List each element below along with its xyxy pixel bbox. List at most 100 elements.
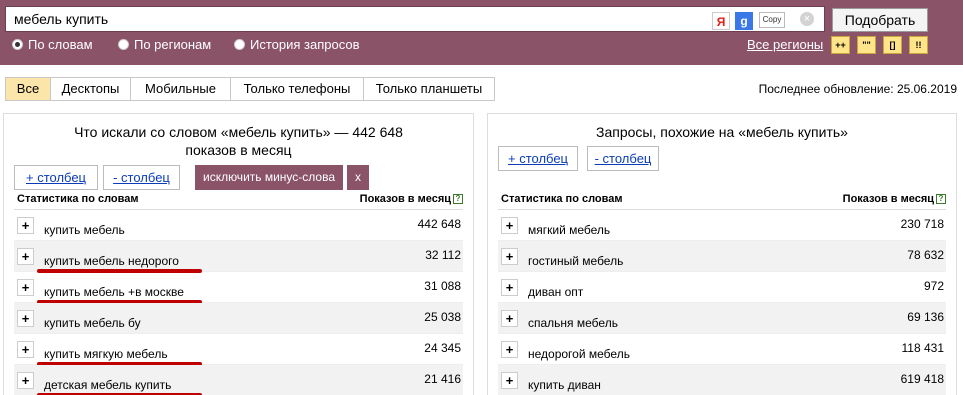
yandex-icon[interactable]: Я [712, 12, 730, 30]
clear-icon[interactable]: × [800, 12, 814, 26]
add-phrase-button[interactable]: + [17, 372, 34, 389]
phrase-link[interactable]: детская мебель купить [44, 378, 171, 392]
remove-column-button[interactable]: - столбец [587, 146, 659, 171]
phrase-link[interactable]: спальня мебель [528, 316, 618, 330]
add-phrase-button[interactable]: + [501, 310, 518, 327]
column-header-count-label: Показов в месяц [842, 193, 934, 205]
remove-column-label: - столбец [594, 151, 652, 166]
table-row: + детская мебель купить 21 416 [14, 365, 463, 395]
impressions-count: 31 088 [424, 279, 461, 293]
impressions-count: 230 718 [900, 217, 944, 231]
impressions-count: 78 632 [907, 248, 944, 262]
impressions-count: 972 [923, 279, 944, 293]
add-phrase-button[interactable]: + [17, 279, 34, 296]
left-table-rows: + купить мебель 442 648 + купить мебель … [14, 209, 463, 395]
tab-mobile[interactable]: Мобильные [131, 78, 231, 100]
add-phrase-button[interactable]: + [17, 341, 34, 358]
table-row: + купить мебель 442 648 [14, 210, 463, 241]
impressions-count: 442 648 [417, 217, 461, 231]
add-phrase-button[interactable]: + [17, 310, 34, 327]
phrase-link[interactable]: купить мягкую мебель [44, 347, 168, 361]
tab-phones-only[interactable]: Только телефоны [231, 78, 364, 100]
add-phrase-button[interactable]: + [501, 217, 518, 234]
phrase-link[interactable]: гостиный мебель [528, 254, 623, 268]
add-column-label: + столбец [507, 151, 569, 166]
right-table-header: Статистика по словам Показов в месяц? [498, 193, 946, 209]
mode-exclamation-button[interactable]: !! [909, 36, 928, 54]
google-icon[interactable]: g [735, 12, 753, 30]
right-panel-title: Запросы, похожие на «мебель купить» [596, 124, 848, 140]
impressions-count: 619 418 [900, 372, 944, 386]
right-panel-similar: Запросы, похожие на «мебель купить» + ст… [487, 113, 957, 395]
table-row: + купить мебель бу 25 038 [14, 303, 463, 334]
left-title-line1: Что искали со словом «мебель купить» — 4… [74, 124, 403, 140]
add-phrase-button[interactable]: + [17, 217, 34, 234]
phrase-link[interactable]: купить диван [528, 378, 601, 392]
tab-all[interactable]: Все [6, 78, 51, 100]
radio-label: По регионам [134, 37, 212, 52]
table-row: + купить мебель +в москве 31 088 [14, 272, 463, 304]
help-icon[interactable]: ? [936, 194, 946, 204]
column-header-words: Статистика по словам [17, 193, 139, 205]
search-header: Я g Copy × Подобрать По словам По регион… [0, 0, 963, 65]
mode-plusplus-button[interactable]: ++ [831, 36, 850, 54]
radio-by-words[interactable]: По словам [12, 37, 93, 52]
table-row: + купить мебель недорого 32 112 [14, 241, 463, 273]
table-row: + мягкий мебель 230 718 [498, 210, 946, 241]
add-phrase-button[interactable]: + [17, 248, 34, 265]
phrase-link[interactable]: купить мебель +в москве [44, 285, 184, 299]
copy-button[interactable]: Copy [759, 12, 785, 28]
add-column-button[interactable]: + столбец [14, 165, 98, 190]
submit-button[interactable]: Подобрать [832, 8, 928, 32]
phrase-link[interactable]: недорогой мебель [528, 347, 630, 361]
impressions-count: 32 112 [425, 248, 461, 262]
all-regions-link[interactable]: Все регионы [747, 37, 823, 52]
phrase-link[interactable]: мягкий мебель [528, 223, 610, 237]
exclude-minus-words-button[interactable]: исключить минус-слова [195, 165, 343, 190]
radio-label: По словам [28, 37, 93, 52]
phrase-link[interactable]: купить мебель бу [44, 316, 141, 330]
right-table-rows: + мягкий мебель 230 718 + гостиный мебел… [498, 209, 946, 395]
impressions-count: 69 136 [907, 310, 944, 324]
remove-column-button[interactable]: - столбец [103, 165, 180, 190]
tab-desktop[interactable]: Десктопы [51, 78, 131, 100]
last-update-text: Последнее обновление: 25.06.2019 [758, 82, 957, 96]
table-row: + купить диван 619 418 [498, 365, 946, 395]
help-icon[interactable]: ? [453, 194, 463, 204]
table-row: + недорогой мебель 118 431 [498, 334, 946, 365]
table-row: + гостиный мебель 78 632 [498, 241, 946, 272]
phrase-link[interactable]: купить мебель [44, 223, 125, 237]
add-phrase-button[interactable]: + [501, 372, 518, 389]
add-column-button[interactable]: + столбец [498, 146, 578, 171]
phrase-link[interactable]: диван опт [528, 285, 583, 299]
radio-by-regions[interactable]: По регионам [118, 37, 211, 52]
impressions-count: 24 345 [424, 341, 461, 355]
column-header-count: Показов в месяц? [843, 193, 946, 205]
impressions-count: 118 431 [901, 341, 945, 355]
exclude-close-button[interactable]: x [347, 165, 369, 190]
mode-brackets-button[interactable]: [] [883, 36, 902, 54]
impressions-count: 21 416 [424, 372, 461, 386]
radio-icon [118, 39, 129, 50]
table-row: + купить мягкую мебель 24 345 [14, 334, 463, 366]
radio-selected-icon [12, 39, 23, 50]
add-phrase-button[interactable]: + [501, 341, 518, 358]
column-header-words: Статистика по словам [501, 193, 623, 205]
remove-column-label: - столбец [113, 170, 170, 185]
impressions-count: 25 038 [424, 310, 461, 324]
left-title-line2: показов в месяц [185, 142, 292, 158]
add-phrase-button[interactable]: + [501, 248, 518, 265]
phrase-link[interactable]: купить мебель недорого [44, 254, 179, 268]
radio-history[interactable]: История запросов [234, 37, 360, 52]
left-table-header: Статистика по словам Показов в месяц? [14, 193, 463, 209]
tab-tablets-only[interactable]: Только планшеты [364, 78, 494, 100]
add-phrase-button[interactable]: + [501, 279, 518, 296]
column-header-count-label: Показов в месяц [359, 193, 451, 205]
mode-quotes-button[interactable]: "" [857, 36, 876, 54]
column-header-count: Показов в месяц? [360, 193, 463, 205]
radio-label: История запросов [250, 37, 360, 52]
add-column-label: + столбец [25, 170, 87, 185]
radio-icon [234, 39, 245, 50]
search-input[interactable] [5, 6, 825, 32]
left-panel-title: Что искали со словом «мебель купить» — 4… [4, 123, 473, 159]
